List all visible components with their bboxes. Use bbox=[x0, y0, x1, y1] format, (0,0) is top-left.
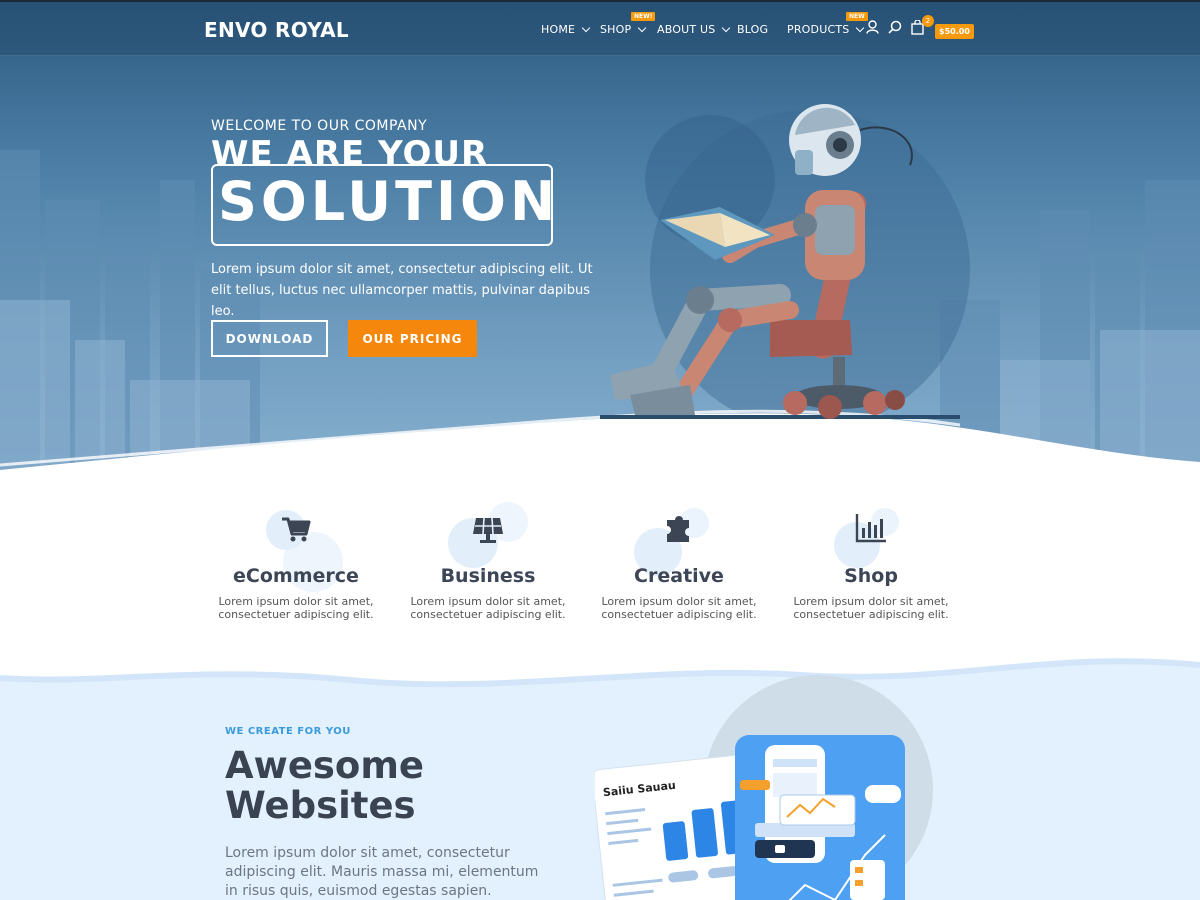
feature-text: Lorem ipsum dolor sit amet, consectetuer… bbox=[793, 595, 949, 621]
hero-kicker: WELCOME TO OUR COMPANY bbox=[211, 118, 428, 134]
feature-title: Shop bbox=[844, 565, 898, 587]
cart-count-badge: 2 bbox=[922, 15, 934, 27]
section-kicker: WE CREATE FOR YOU bbox=[225, 726, 351, 737]
feature-text: Lorem ipsum dolor sit amet, consectetuer… bbox=[218, 595, 374, 621]
nav-item-blog[interactable]: BLOG bbox=[737, 23, 768, 36]
nav-item-about[interactable]: ABOUT US bbox=[657, 23, 731, 36]
nav-item-label: SHOP bbox=[600, 23, 632, 36]
chevron-down-icon bbox=[581, 23, 591, 33]
nav-item-shop[interactable]: SHOP bbox=[600, 23, 647, 36]
our-pricing-button[interactable]: OUR PRICING bbox=[348, 320, 477, 357]
new-badge: NEW bbox=[846, 12, 868, 21]
puzzle-icon bbox=[667, 516, 689, 542]
nav-item-label: BLOG bbox=[737, 23, 769, 36]
feature-ecommerce: eCommerce Lorem ipsum dolor sit amet, co… bbox=[201, 510, 391, 621]
feature-business: Business Lorem ipsum dolor sit amet, con… bbox=[393, 502, 583, 621]
nav-item-home[interactable]: HOME bbox=[541, 23, 591, 36]
feature-text: Lorem ipsum dolor sit amet, consectetuer… bbox=[410, 595, 566, 621]
cart-icon bbox=[282, 517, 311, 542]
hero-headline-boxed: SOLUTION bbox=[218, 170, 560, 233]
feature-title: Business bbox=[440, 565, 536, 587]
section-description: Lorem ipsum dolor sit amet, consectetur … bbox=[225, 845, 539, 899]
hero-section: ENVO ROYAL HOME SHOP NEW! ABOUT US BLOG … bbox=[0, 0, 1200, 480]
new-badge: NEW! bbox=[631, 12, 656, 21]
feature-creative: Creative Lorem ipsum dolor sit amet, con… bbox=[584, 508, 774, 621]
nav-item-label: ABOUT US bbox=[657, 23, 716, 36]
hero-description: Lorem ipsum dolor sit amet, consectetur … bbox=[211, 262, 593, 319]
feature-title: eCommerce bbox=[233, 565, 359, 587]
robot-reading-illustration bbox=[600, 104, 960, 419]
chevron-down-icon bbox=[856, 23, 865, 33]
solar-panel-icon bbox=[473, 517, 503, 543]
site-logo[interactable]: ENVO ROYAL bbox=[204, 18, 349, 42]
bar-chart-icon bbox=[855, 514, 886, 543]
feature-title: Creative bbox=[634, 565, 724, 587]
cart-total[interactable]: $50.00 bbox=[935, 24, 974, 39]
nav-item-label: PRODUCTS bbox=[787, 23, 850, 36]
section-title: Awesome Websites bbox=[225, 744, 425, 827]
top-navbar: ENVO ROYAL HOME SHOP NEW! ABOUT US BLOG … bbox=[0, 2, 1200, 56]
feature-shop: Shop Lorem ipsum dolor sit amet, consect… bbox=[776, 508, 966, 621]
feature-text: Lorem ipsum dolor sit amet, consectetuer… bbox=[601, 595, 757, 621]
user-icon[interactable] bbox=[866, 20, 879, 34]
download-button[interactable]: DOWNLOAD bbox=[211, 320, 328, 357]
nav-item-products[interactable]: PRODUCTS bbox=[787, 23, 865, 36]
search-icon[interactable] bbox=[888, 20, 902, 34]
chevron-down-icon bbox=[722, 23, 731, 33]
nav-item-label: HOME bbox=[541, 23, 576, 36]
chevron-down-icon bbox=[638, 23, 647, 33]
website-mockup-illustration: Saiiu Sauau bbox=[595, 735, 905, 900]
